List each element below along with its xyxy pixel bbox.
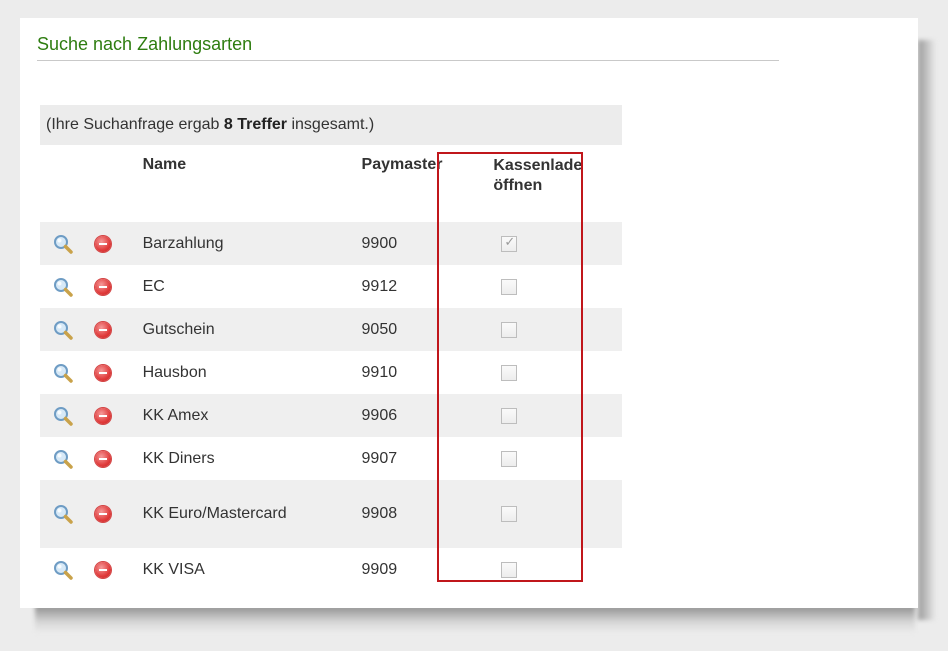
- column-header-name: Name: [142, 156, 187, 173]
- payment-name: Hausbon: [142, 363, 207, 381]
- results-info-row: (Ihre Suchanfrage ergab 8 Treffer insges…: [40, 105, 622, 145]
- magnifier-icon[interactable]: [52, 405, 95, 427]
- kassenlade-checkbox[interactable]: [501, 450, 518, 467]
- magnifier-icon[interactable]: [52, 276, 95, 298]
- table-row: KK Amex 9906: [40, 394, 622, 437]
- page-title: Suche nach Zahlungsarten: [37, 34, 779, 61]
- delete-icon[interactable]: [95, 561, 112, 578]
- delete-icon[interactable]: [95, 321, 112, 338]
- results-info-suffix: insgesamt.): [287, 116, 375, 133]
- delete-icon[interactable]: [95, 407, 112, 424]
- table-row: Barzahlung 9900: [40, 222, 622, 265]
- table-row: EC 9912: [40, 265, 622, 308]
- table-row: KK Euro/Mastercard 9908: [40, 480, 622, 548]
- payment-name: KK Diners: [142, 449, 215, 467]
- delete-icon[interactable]: [95, 235, 112, 252]
- content-panel: Suche nach Zahlungsarten (Ihre Suchanfra…: [20, 18, 918, 608]
- table-row: Gutschein 9050: [40, 308, 622, 351]
- table-row: KK Diners 9907: [40, 437, 622, 480]
- panel-shadow-bottom: [35, 605, 915, 633]
- magnifier-icon[interactable]: [52, 362, 95, 384]
- kassenlade-checkbox[interactable]: [501, 561, 518, 578]
- results-table: (Ihre Suchanfrage ergab 8 Treffer insges…: [40, 105, 622, 591]
- kassenlade-checkbox[interactable]: [501, 235, 518, 252]
- magnifier-icon[interactable]: [52, 319, 95, 341]
- column-header-kassenlade: Kassenlade öffnen: [493, 157, 583, 194]
- payment-name: EC: [142, 277, 165, 295]
- paymaster-value: 9908: [361, 480, 482, 548]
- delete-icon[interactable]: [95, 506, 112, 522]
- payment-name: KK Amex: [142, 394, 362, 437]
- payment-name: KK Euro/Mastercard: [142, 480, 362, 548]
- payment-name: KK VISA: [142, 560, 205, 578]
- results-info: (Ihre Suchanfrage ergab 8 Treffer insges…: [40, 105, 622, 145]
- payment-name: Gutschein: [142, 308, 362, 351]
- delete-icon[interactable]: [95, 278, 112, 295]
- magnifier-icon[interactable]: [52, 233, 95, 255]
- delete-icon[interactable]: [95, 364, 112, 381]
- paymaster-value: 9907: [361, 449, 398, 467]
- paymaster-value: 9912: [361, 277, 398, 295]
- magnifier-icon[interactable]: [52, 503, 95, 525]
- kassenlade-checkbox[interactable]: [501, 364, 518, 381]
- results-info-prefix: (Ihre Suchanfrage ergab: [46, 116, 224, 133]
- paymaster-value: 9909: [361, 560, 398, 578]
- table-header-row: Name Paymaster Kassenlade öffnen: [40, 145, 622, 222]
- magnifier-icon[interactable]: [52, 559, 95, 581]
- table-row: KK VISA 9909: [40, 548, 622, 591]
- paymaster-value: 9906: [361, 394, 482, 437]
- paymaster-value: 9900: [361, 222, 482, 265]
- column-header-paymaster: Paymaster: [361, 156, 443, 173]
- results-count: 8 Treffer: [223, 116, 288, 133]
- table-row: Hausbon 9910: [40, 351, 622, 394]
- magnifier-icon[interactable]: [52, 448, 95, 470]
- delete-icon[interactable]: [95, 450, 112, 467]
- kassenlade-checkbox[interactable]: [501, 407, 518, 424]
- kassenlade-checkbox[interactable]: [501, 321, 518, 338]
- panel-shadow-right: [918, 40, 936, 620]
- kassenlade-checkbox[interactable]: [501, 506, 518, 522]
- paymaster-value: 9050: [361, 308, 482, 351]
- paymaster-value: 9910: [361, 363, 398, 381]
- kassenlade-checkbox[interactable]: [501, 278, 518, 295]
- payment-name: Barzahlung: [142, 222, 362, 265]
